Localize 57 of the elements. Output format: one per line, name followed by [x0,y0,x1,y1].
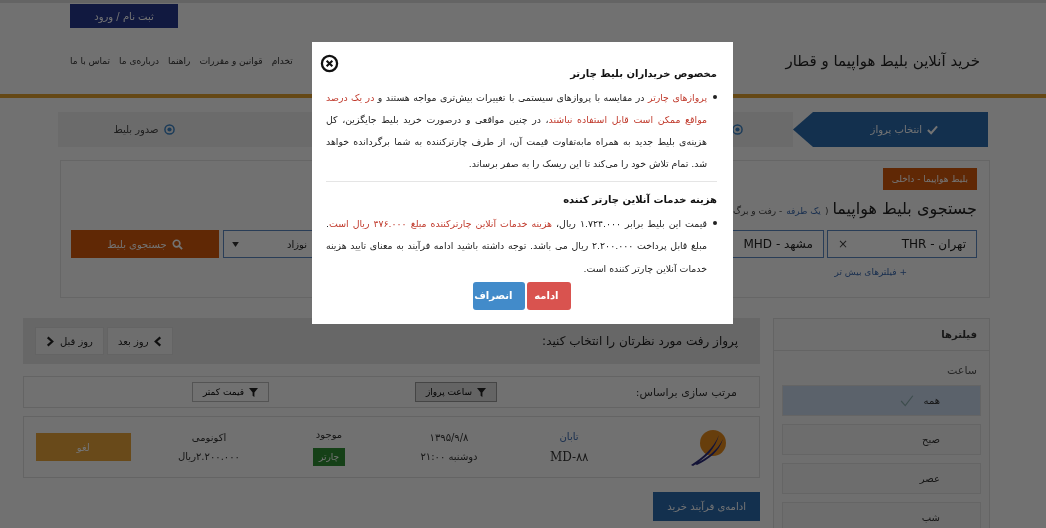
nav-link[interactable]: راهنما [168,56,191,66]
date-prompt: پرواز رفت مورد نظرتان را انتخاب کنید: [542,334,738,348]
origin-field[interactable]: تهران - THR × [827,230,977,258]
chevron-right-icon [45,335,54,347]
nav-link[interactable]: تخدام [271,56,293,66]
nav-link[interactable]: تماس با ما [70,56,110,66]
search-button[interactable]: جستجوی بلیط [71,230,219,258]
close-icon[interactable] [320,54,339,73]
search-title: جستجوی بلیط هواپیما [832,199,977,218]
trip-type-label: ( [824,206,829,216]
filters-title: فیلترها [774,319,989,351]
radio-icon[interactable] [732,124,743,135]
sort-button[interactable]: ساعت پرواز [415,382,497,402]
caret-icon [232,241,239,247]
filter-icon [477,387,486,397]
class-label: اکونومی [191,432,227,443]
check-icon [899,393,914,408]
check-icon [927,124,938,135]
filter-group-label: ساعت [946,363,978,379]
chevron-left-icon [154,335,163,347]
next-day-button[interactable]: روز بعد [106,327,174,355]
clear-icon[interactable]: × [838,237,849,251]
dialog-heading: هزینه خدمات آنلاین چارتر کننده [562,194,717,206]
filter-option[interactable]: عصر [782,463,981,494]
flight-time: دوشنبه ۲۱:۰۰ [420,451,478,462]
step-tab[interactable]: انتخاب پرواز [793,112,988,147]
sort-label: مرتب سازی براساس: [634,385,737,399]
previous-day-button[interactable]: روز قبل [34,327,104,355]
price-label: ۲.۲۰۰.۰۰۰ریال [178,451,240,462]
flight-date: ۱۳۹۵/۹/۸ [429,432,469,443]
filter-icon [249,387,258,397]
airline-link[interactable]: تابان [559,430,579,442]
login-button[interactable]: ثبت نام / ورود [70,4,178,28]
search-icon [171,238,183,250]
dialog-button[interactable]: ادامه [526,281,571,310]
continue-button[interactable]: ادامه‌ی فرآیند خرید [653,492,760,521]
dialog-heading: مخصوص خریداران بلیط چارتر [568,68,717,79]
dialog-button[interactable]: انصراف [472,281,525,310]
filter-option[interactable]: همه [782,385,981,416]
bullet-icon [713,221,717,226]
category-badge: بلیط هواپیما - داخلی [882,168,977,190]
charter-badge: چارتر [312,447,346,466]
bullet-icon [713,95,717,99]
filter-option[interactable]: شب [782,502,981,528]
nav-link[interactable]: درباره‌ی ما [118,56,160,66]
nav-link[interactable]: قوانین و مقررات [199,56,263,66]
flight-number: MD-۸۸ [549,449,589,464]
site-title: خرید آنلاین بلیط هواپیما و قطار [785,52,980,70]
trip-type-link[interactable]: یک طرفه [786,206,821,216]
radio-icon [163,124,175,135]
trip-type-label: - رفت و برگ [733,206,783,216]
airline-logo [689,427,729,467]
filter-option[interactable]: صبح [782,424,981,455]
step-tab[interactable]: صدور بلیط [58,112,230,147]
sort-button[interactable]: قیمت کمتر [191,382,269,402]
availability-label: موجود [315,428,343,440]
dialog-paragraph: پروازهای چارتر در مقایسه با پروازهای سیستمی با تغییرات بیش‌تری مواجه هستند و در یک درصد مواقع ممکن است قابل استفاده نباشند، در چنین مواقعی و درصورت خرید بلیط جایگزین، کل هزینه‌ی بلیط جدید به همراه مابه‌تفاوت قیمت آن، از طرف چارترکننده به شما برگردانده خواهد شد. تمام تلاش خود را می‌کند تا این ریسک را به صفر برساند. [326,91,707,172]
